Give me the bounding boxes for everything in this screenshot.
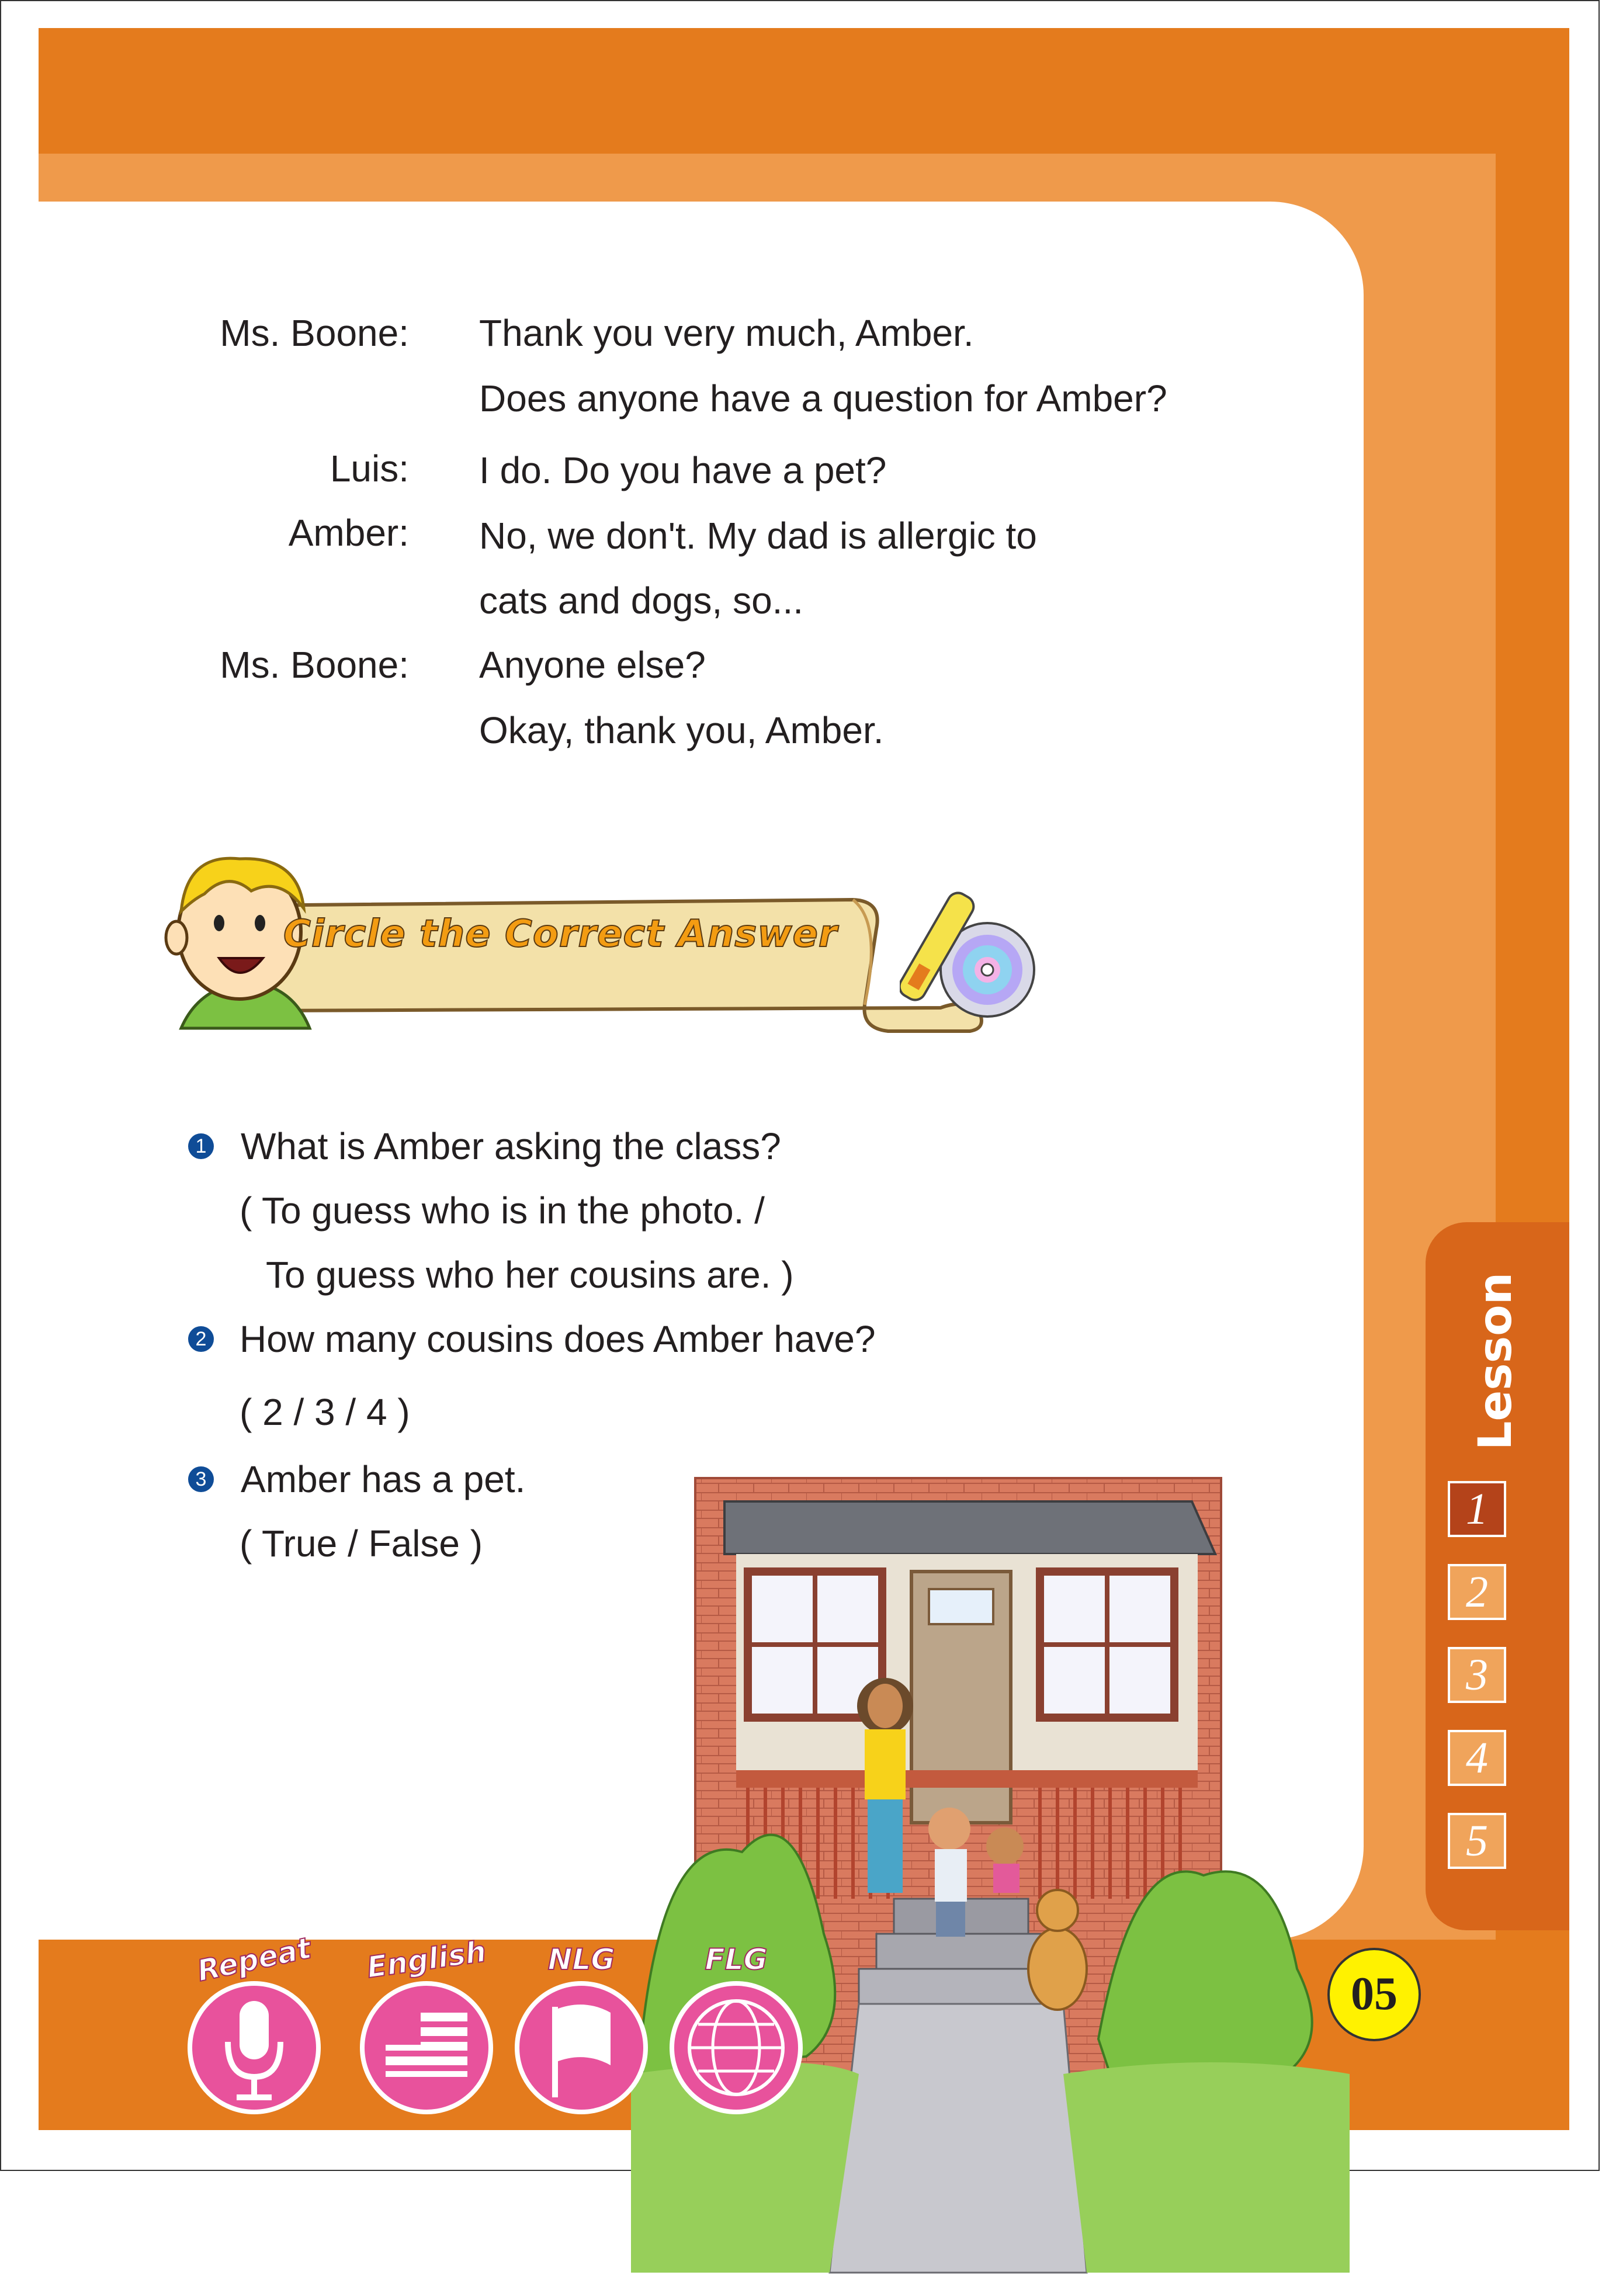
question-text: What is Amber asking the class? <box>241 1125 781 1167</box>
answer-options[interactable]: ( To guess who is in the photo. / <box>240 1192 765 1229</box>
lesson-number-2[interactable]: 2 <box>1448 1564 1506 1620</box>
answer-options[interactable]: ( 2 / 3 / 4 ) <box>240 1393 410 1431</box>
question-number-badge: 2 <box>188 1326 214 1352</box>
speaker-luis: Luis: <box>330 448 409 490</box>
activity-title: Circle the Correct Answer <box>283 912 838 956</box>
english-button[interactable]: English <box>353 1934 500 2118</box>
nlg-label: NLG <box>547 1942 616 1977</box>
question-text: Amber has a pet. <box>241 1458 526 1500</box>
repeat-button[interactable]: Repeat <box>181 1930 327 2118</box>
question-number-badge: 1 <box>188 1133 214 1159</box>
audio-pen-cd-icon[interactable] <box>900 882 1040 1022</box>
dialogue-line: Does anyone have a question for Amber? <box>479 377 1167 419</box>
flg-button[interactable]: FLG <box>663 1942 809 2118</box>
dialogue-line: Okay, thank you, Amber. <box>479 709 884 751</box>
answer-options[interactable]: ( True / False ) <box>240 1525 483 1562</box>
speaker-amber: Amber: <box>288 512 409 554</box>
dialogue-line: Anyone else? <box>479 644 706 686</box>
speaker-ms-boone: Ms. Boone: <box>220 312 409 354</box>
speaker-ms-boone: Ms. Boone: <box>220 644 409 686</box>
dialogue-line: No, we don't. My dad is allergic to <box>479 515 1037 557</box>
lesson-number-4[interactable]: 4 <box>1448 1730 1506 1786</box>
lesson-number-1[interactable]: 1 <box>1448 1481 1506 1537</box>
dialogue-line: cats and dogs, so... <box>479 580 803 622</box>
lesson-label-text: Lesson <box>1469 1272 1522 1451</box>
answer-options[interactable]: To guess who her cousins are. ) <box>266 1256 794 1293</box>
dialogue-line: I do. Do you have a pet? <box>479 449 887 491</box>
question-text: How many cousins does Amber have? <box>240 1318 876 1360</box>
dialogue-line: Thank you very much, Amber. <box>479 312 974 354</box>
nlg-button[interactable]: NLG <box>508 1942 654 2118</box>
top-orange-band <box>39 28 1569 154</box>
flg-label: FLG <box>704 1942 768 1977</box>
question-number-badge: 3 <box>188 1466 214 1492</box>
lesson-number-5[interactable]: 5 <box>1448 1813 1506 1869</box>
lesson-number-3[interactable]: 3 <box>1448 1647 1506 1703</box>
house-family-illustration <box>631 1477 1350 2274</box>
page-number: 05 <box>1327 1948 1421 2041</box>
lesson-label: Lesson <box>1443 1250 1548 1472</box>
